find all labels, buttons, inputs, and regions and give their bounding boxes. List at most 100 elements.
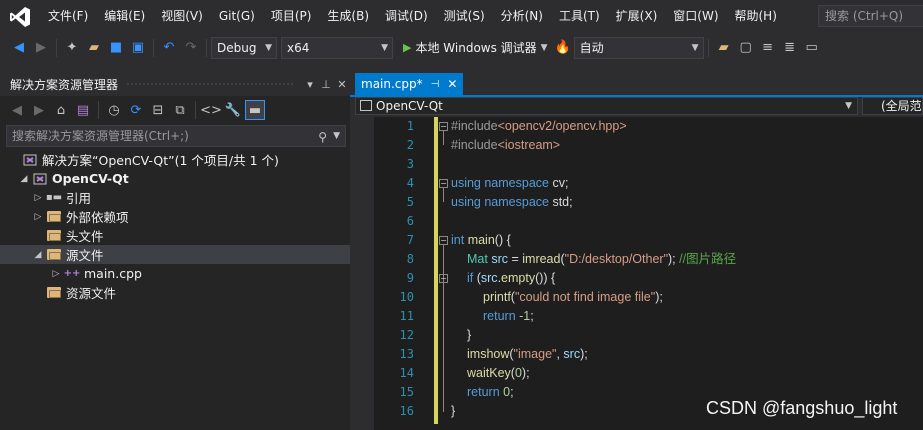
close-icon[interactable]: ✕ bbox=[447, 77, 457, 91]
play-icon: ▶ bbox=[403, 41, 412, 54]
back-icon[interactable]: ◀ bbox=[7, 100, 27, 120]
code-line-12[interactable]: } bbox=[467, 326, 471, 345]
code-line-1[interactable]: #include<opencv2/opencv.hpp> bbox=[451, 117, 627, 136]
forward-icon[interactable]: ▶ bbox=[29, 100, 49, 120]
menu-tools[interactable]: 工具(T) bbox=[551, 0, 608, 33]
menu-file[interactable]: 文件(F) bbox=[40, 0, 96, 33]
tree-resource-files[interactable]: 资源文件 bbox=[0, 283, 350, 302]
collapsed-arrow-icon[interactable]: ▷ bbox=[32, 193, 44, 203]
save-all-icon[interactable]: ▣ bbox=[128, 38, 148, 58]
redo-icon[interactable]: ↷ bbox=[181, 38, 201, 58]
pin-icon[interactable]: ⊥ bbox=[318, 78, 334, 91]
expanded-arrow-icon[interactable]: ◢ bbox=[32, 250, 44, 260]
visual-studio-logo-icon[interactable] bbox=[0, 0, 40, 33]
preview-selected-icon[interactable]: ▬ bbox=[245, 100, 265, 120]
toolbar-separator bbox=[153, 38, 154, 57]
fold-guide bbox=[443, 188, 444, 202]
find-in-files-icon[interactable]: ▰ bbox=[714, 38, 734, 58]
save-icon[interactable]: ■ bbox=[106, 38, 126, 58]
comment-icon[interactable]: ≡ bbox=[758, 38, 778, 58]
new-project-icon[interactable]: ✦ bbox=[62, 38, 82, 58]
uncomment-icon[interactable]: ≣ bbox=[780, 38, 800, 58]
code-line-16[interactable]: } bbox=[451, 402, 455, 421]
fold-toggle-icon[interactable]: − bbox=[439, 179, 448, 188]
tree-main-cpp[interactable]: ▷ ++ main.cpp bbox=[0, 264, 350, 283]
fold-toggle-icon[interactable]: − bbox=[439, 236, 448, 245]
tree-label: 源文件 bbox=[66, 248, 104, 263]
collapsed-arrow-icon[interactable]: ▷ bbox=[32, 212, 44, 222]
line-number: 13 bbox=[399, 347, 414, 361]
project-navigation-select[interactable]: OpenCV-Qt ▼ bbox=[355, 97, 858, 115]
menu-debug[interactable]: 调试(D) bbox=[377, 0, 436, 33]
fold-toggle-icon[interactable]: − bbox=[439, 122, 448, 131]
code-line-10[interactable]: printf("could not find image file"); bbox=[483, 288, 663, 307]
solution-icon bbox=[22, 153, 38, 167]
show-all-files-icon[interactable]: ⧉ bbox=[170, 100, 190, 120]
code-line-7[interactable]: int main() { bbox=[451, 231, 511, 250]
watermark: CSDN @fangshuo_light bbox=[706, 398, 898, 418]
editor-margin bbox=[350, 117, 374, 430]
code-line-15[interactable]: return 0; bbox=[467, 383, 514, 402]
tree-references[interactable]: ▷ ▪▬ 引用 bbox=[0, 188, 350, 207]
home-icon[interactable]: ⌂ bbox=[51, 100, 71, 120]
open-folder-icon[interactable]: ▰ bbox=[84, 38, 104, 58]
code-line-14[interactable]: waitKey(0); bbox=[467, 364, 530, 383]
forward-icon[interactable]: ▶ bbox=[31, 38, 51, 58]
tree-source-files[interactable]: ◢ 源文件 bbox=[0, 245, 350, 264]
filter-folder-icon bbox=[46, 286, 62, 300]
close-icon[interactable]: ✕ bbox=[334, 78, 350, 91]
menu-test[interactable]: 测试(S) bbox=[436, 0, 493, 33]
switch-views-icon[interactable]: ▤ bbox=[73, 100, 93, 120]
pin-icon[interactable]: ⊣ bbox=[431, 79, 440, 90]
menu-git[interactable]: Git(G) bbox=[211, 0, 263, 33]
fold-toggle-icon[interactable]: − bbox=[439, 274, 448, 283]
references-icon: ▪▬ bbox=[45, 192, 63, 203]
menu-build[interactable]: 生成(B) bbox=[319, 0, 377, 33]
line-number: 2 bbox=[406, 138, 414, 152]
menu-extensions[interactable]: 扩展(X) bbox=[608, 0, 666, 33]
menu-analyze[interactable]: 分析(N) bbox=[493, 0, 551, 33]
code-line-4[interactable]: using namespace cv; bbox=[451, 174, 568, 193]
back-icon[interactable]: ◀ bbox=[9, 38, 29, 58]
menu-bar: 文件(F) 编辑(E) 视图(V) Git(G) 项目(P) 生成(B) 调试(… bbox=[0, 0, 923, 33]
configuration-value: Debug bbox=[217, 40, 257, 55]
window-position-icon[interactable]: ▾ bbox=[302, 78, 318, 91]
view-code-icon[interactable]: <> bbox=[200, 100, 222, 120]
code-line-5[interactable]: using namespace std; bbox=[451, 193, 573, 212]
sync-icon[interactable]: ⟳ bbox=[126, 100, 146, 120]
menu-project[interactable]: 项目(P) bbox=[263, 0, 320, 33]
bookmark-icon[interactable]: ▭ bbox=[802, 38, 822, 58]
code-line-11[interactable]: return -1; bbox=[483, 307, 534, 326]
expanded-arrow-icon[interactable]: ◢ bbox=[18, 174, 30, 184]
search-input[interactable]: 搜索 (Ctrl+Q) bbox=[818, 5, 923, 27]
browser-icon[interactable]: ▢ bbox=[736, 38, 756, 58]
code-line-2[interactable]: #include<iostream> bbox=[451, 136, 560, 155]
pending-changes-filter-icon[interactable]: ◷ bbox=[104, 100, 124, 120]
scope-navigation-select[interactable]: (全局范围) bbox=[862, 97, 923, 115]
undo-icon[interactable]: ↶ bbox=[159, 38, 179, 58]
mode-select[interactable]: 自动 ▼ bbox=[573, 36, 704, 59]
menu-help[interactable]: 帮助(H) bbox=[727, 0, 785, 33]
tree-solution[interactable]: 解决方案“OpenCV-Qt”(1 个项目/共 1 个) bbox=[0, 150, 350, 169]
properties-icon[interactable]: 🔧 bbox=[223, 100, 243, 120]
code-line-8[interactable]: Mat src = imread("D:/desktop/Other"); //… bbox=[467, 250, 736, 269]
collapse-all-icon[interactable]: ⊟ bbox=[148, 100, 168, 120]
tree-header-files[interactable]: 头文件 bbox=[0, 226, 350, 245]
start-debugging-button[interactable]: ▶ 本地 Windows 调试器 ▼ bbox=[399, 39, 552, 56]
collapsed-arrow-icon[interactable]: ▷ bbox=[50, 269, 62, 279]
menu-view[interactable]: 视图(V) bbox=[153, 0, 211, 33]
tree-project[interactable]: ◢ OpenCV-Qt bbox=[0, 169, 350, 188]
tree-external-dependencies[interactable]: ▷ 外部依赖项 bbox=[0, 207, 350, 226]
menu-window[interactable]: 窗口(W) bbox=[665, 0, 726, 33]
menu-edit[interactable]: 编辑(E) bbox=[96, 0, 153, 33]
tab-main-cpp[interactable]: main.cpp* ⊣ ✕ bbox=[355, 73, 463, 95]
platform-select[interactable]: x64 ▼ bbox=[281, 36, 393, 59]
chevron-down-icon[interactable]: ▼ bbox=[333, 126, 340, 146]
hot-reload-icon[interactable]: 🔥 bbox=[553, 38, 573, 58]
code-line-9[interactable]: if (src.empty()) { bbox=[467, 269, 555, 288]
drag-grip[interactable] bbox=[126, 82, 294, 87]
configuration-select[interactable]: Debug ▼ bbox=[211, 36, 277, 59]
solution-explorer-search-input[interactable]: 搜索解决方案资源管理器(Ctrl+;) ⚲ ▼ bbox=[6, 125, 346, 147]
code-line-13[interactable]: imshow("image", src); bbox=[467, 345, 588, 364]
search-icon: ⚲ bbox=[318, 130, 327, 144]
